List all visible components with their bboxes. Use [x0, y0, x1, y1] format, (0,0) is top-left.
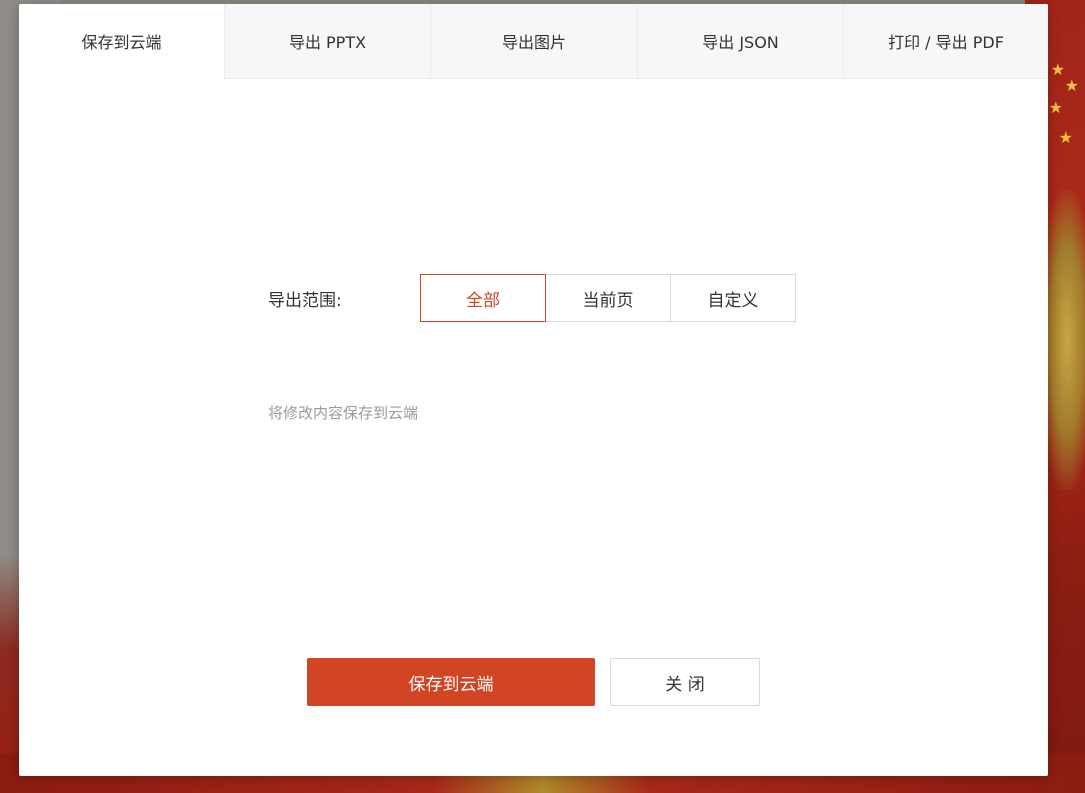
export-range-segmented-control: 全部 当前页 自定义	[420, 274, 796, 322]
save-to-cloud-button[interactable]: 保存到云端	[307, 658, 595, 706]
range-option-current-page[interactable]: 当前页	[545, 274, 671, 322]
export-tabs: 保存到云端 导出 PPTX 导出图片 导出 JSON 打印 / 导出 PDF	[19, 4, 1048, 79]
tab-export-pptx[interactable]: 导出 PPTX	[224, 4, 430, 79]
close-button[interactable]: 关 闭	[610, 658, 760, 706]
range-option-custom[interactable]: 自定义	[670, 274, 796, 322]
range-option-all[interactable]: 全部	[420, 274, 546, 322]
export-range-row: 导出范围: 全部 当前页 自定义	[268, 274, 796, 322]
save-hint-text: 将修改内容保存到云端	[268, 404, 419, 422]
star-icon: ★	[1050, 60, 1065, 79]
export-range-label: 导出范围:	[268, 290, 342, 311]
tab-export-image[interactable]: 导出图片	[430, 4, 637, 79]
tab-export-json[interactable]: 导出 JSON	[637, 4, 843, 79]
tab-save-to-cloud[interactable]: 保存到云端	[19, 4, 224, 79]
export-dialog: 保存到云端 导出 PPTX 导出图片 导出 JSON 打印 / 导出 PDF 导…	[19, 4, 1048, 776]
dialog-actions: 保存到云端 关 闭	[307, 658, 760, 706]
star-icon: ★	[1048, 98, 1063, 117]
star-icon: ★	[1058, 128, 1073, 147]
tab-print-export-pdf[interactable]: 打印 / 导出 PDF	[843, 4, 1048, 79]
star-icon: ★	[1064, 76, 1079, 95]
